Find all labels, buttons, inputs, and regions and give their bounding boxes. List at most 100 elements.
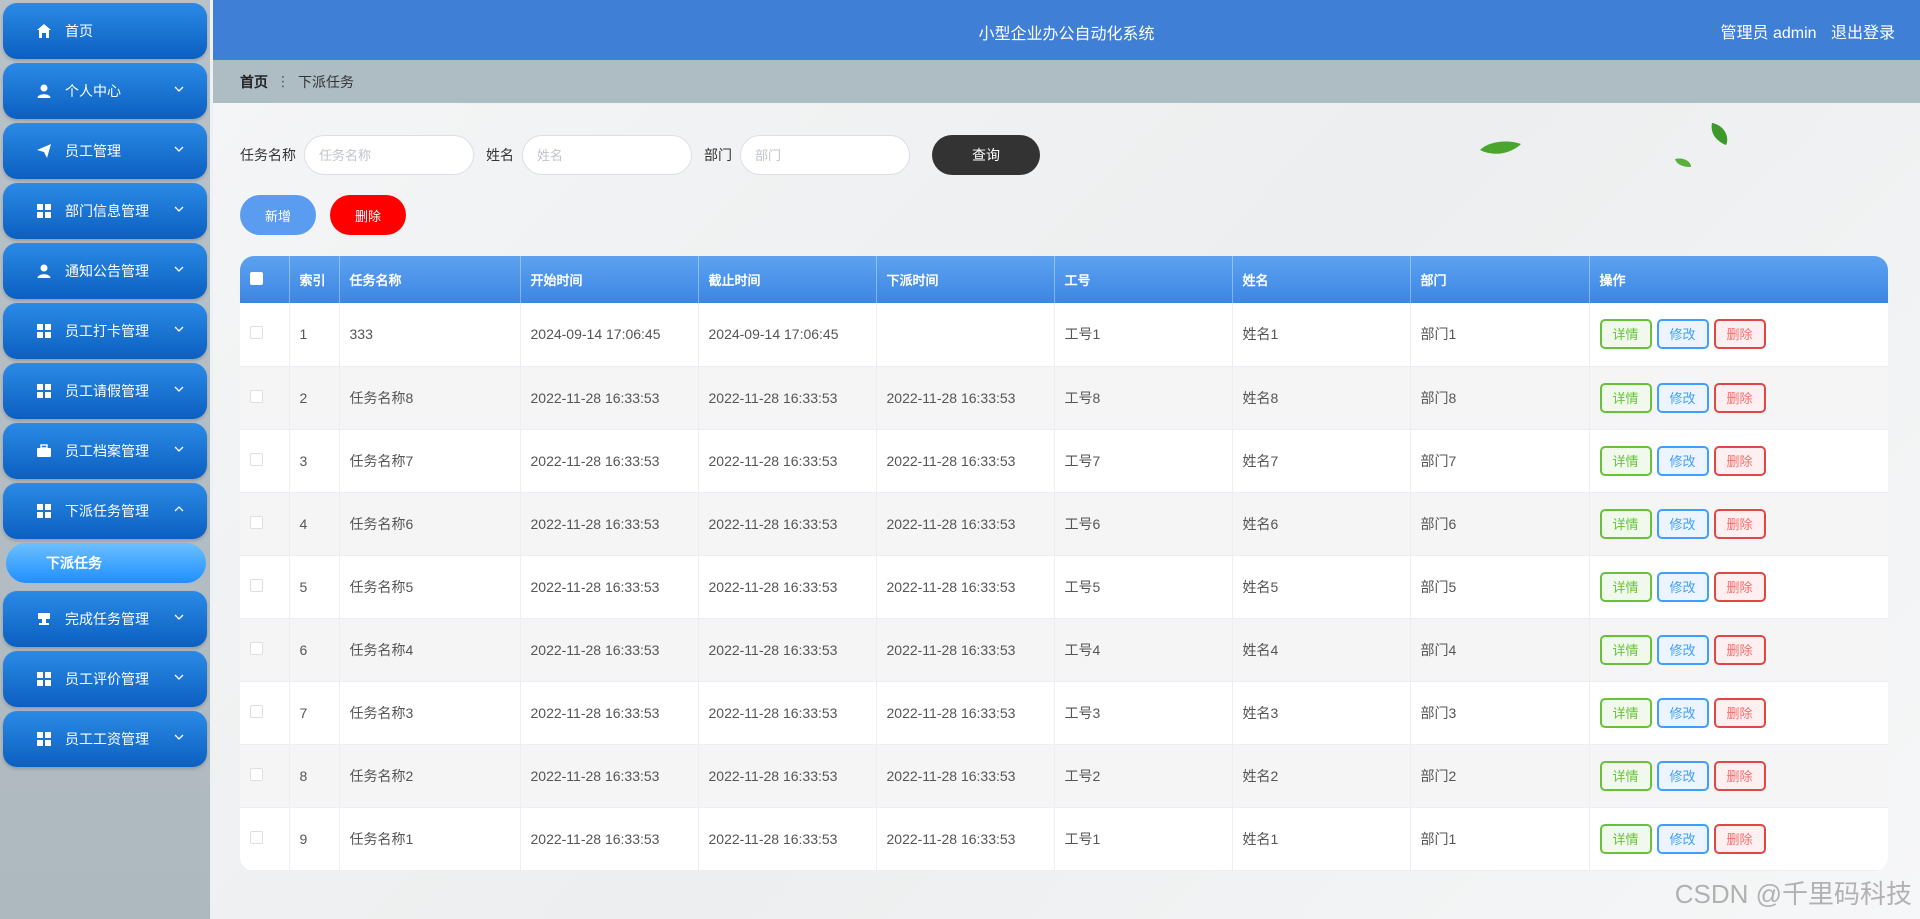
submenu-item-assign-task[interactable]: 下派任务	[6, 543, 206, 583]
table-cell: 1	[289, 303, 340, 366]
table-cell: 2022-11-28 16:33:53	[876, 681, 1055, 744]
table-header-row: 索引 任务名称 开始时间 截止时间 下派时间 工号 姓名 部门 操作	[240, 256, 1888, 303]
chevron-down-icon	[174, 86, 184, 92]
table-cell: 部门1	[1410, 807, 1590, 870]
edit-button[interactable]: 修改	[1656, 697, 1709, 728]
table-cell: 工号6	[1054, 492, 1233, 555]
edit-button[interactable]: 修改	[1656, 319, 1709, 350]
sidebar-item-label: 员工档案管理	[65, 443, 149, 459]
batch-delete-button[interactable]: 删除	[330, 195, 406, 235]
detail-button[interactable]: 详情	[1599, 634, 1652, 665]
table-cell: 2024-09-14 17:06:45	[520, 303, 699, 366]
delete-button[interactable]: 删除	[1713, 445, 1766, 476]
row-select-cell	[240, 366, 290, 429]
edit-button[interactable]: 修改	[1656, 823, 1709, 854]
row-select-cell	[240, 681, 290, 744]
row-select-cell	[240, 555, 290, 618]
row-actions-cell: 详情 修改 删除	[1589, 303, 1888, 366]
home-icon	[35, 22, 53, 40]
delete-button[interactable]: 删除	[1713, 571, 1766, 602]
detail-button[interactable]: 详情	[1599, 697, 1652, 728]
logout-link[interactable]: 退出登录	[1831, 25, 1895, 42]
table-cell: 工号5	[1054, 555, 1233, 618]
table-cell: 2022-11-28 16:33:53	[876, 807, 1055, 870]
table-cell: 2022-11-28 16:33:53	[698, 681, 877, 744]
row-checkbox[interactable]	[250, 641, 263, 655]
table-cell: 部门2	[1410, 744, 1590, 807]
delete-button[interactable]: 删除	[1713, 508, 1766, 539]
delete-button[interactable]: 删除	[1713, 760, 1766, 791]
edit-button[interactable]: 修改	[1656, 445, 1709, 476]
table-cell: 333	[339, 303, 521, 366]
name-input[interactable]	[522, 135, 692, 175]
task-name-input[interactable]	[304, 135, 474, 175]
breadcrumb-home[interactable]: 首页	[240, 72, 268, 92]
delete-button[interactable]: 删除	[1713, 823, 1766, 854]
sidebar-item-archive[interactable]: 员工档案管理	[3, 423, 207, 479]
row-checkbox[interactable]	[250, 578, 263, 592]
edit-button[interactable]: 修改	[1656, 571, 1709, 602]
row-checkbox[interactable]	[250, 767, 263, 781]
table-cell: 2	[289, 366, 340, 429]
detail-button[interactable]: 详情	[1599, 319, 1652, 350]
delete-button[interactable]: 删除	[1713, 697, 1766, 728]
row-checkbox[interactable]	[250, 830, 263, 844]
detail-button[interactable]: 详情	[1599, 445, 1652, 476]
select-all-cell	[240, 256, 290, 303]
query-button[interactable]: 查询	[932, 135, 1040, 175]
table-cell: 5	[289, 555, 340, 618]
table-cell: 部门4	[1410, 618, 1590, 681]
edit-button[interactable]: 修改	[1656, 382, 1709, 413]
row-select-cell	[240, 429, 290, 492]
table-cell: 姓名1	[1232, 807, 1411, 870]
detail-button[interactable]: 详情	[1599, 823, 1652, 854]
table-cell: 工号1	[1054, 303, 1233, 366]
column-header: 任务名称	[339, 256, 521, 303]
detail-button[interactable]: 详情	[1599, 571, 1652, 602]
sidebar-item-employee[interactable]: 员工管理	[3, 123, 207, 179]
detail-button[interactable]: 详情	[1599, 508, 1652, 539]
sidebar-item-home[interactable]: 首页	[3, 3, 207, 59]
row-select-cell	[240, 807, 290, 870]
delete-button[interactable]: 删除	[1713, 634, 1766, 665]
add-button[interactable]: 新增	[240, 195, 316, 235]
sidebar-item-evaluation[interactable]: 员工评价管理	[3, 651, 207, 707]
detail-button[interactable]: 详情	[1599, 760, 1652, 791]
table-cell: 2022-11-28 16:33:53	[698, 492, 877, 555]
sidebar-item-assign-task[interactable]: 下派任务管理	[3, 483, 207, 539]
table-cell: 任务名称4	[339, 618, 521, 681]
table-cell: 工号2	[1054, 744, 1233, 807]
department-input[interactable]	[740, 135, 910, 175]
sidebar-item-label: 部门信息管理	[65, 203, 149, 219]
sidebar-item-complete-task[interactable]: 完成任务管理	[3, 591, 207, 647]
row-checkbox[interactable]	[250, 452, 263, 466]
sidebar-item-department[interactable]: 部门信息管理	[3, 183, 207, 239]
chevron-down-icon	[174, 146, 184, 152]
row-checkbox[interactable]	[250, 515, 263, 529]
sidebar-item-label: 员工打卡管理	[65, 323, 149, 339]
table-row: 4 任务名称6 2022-11-28 16:33:53 2022-11-28 16:3…	[240, 492, 1888, 555]
delete-button[interactable]: 删除	[1713, 382, 1766, 413]
detail-button[interactable]: 详情	[1599, 382, 1652, 413]
sidebar-item-profile[interactable]: 个人中心	[3, 63, 207, 119]
sidebar-item-notice[interactable]: 通知公告管理	[3, 243, 207, 299]
breadcrumb: 首页 ⋮ 下派任务	[213, 60, 1920, 103]
user-area: 管理员 admin 退出登录	[1711, 19, 1896, 43]
edit-button[interactable]: 修改	[1656, 760, 1709, 791]
sidebar-item-checkin[interactable]: 员工打卡管理	[3, 303, 207, 359]
table-cell: 姓名8	[1232, 366, 1411, 429]
breadcrumb-current: 下派任务	[298, 73, 354, 90]
edit-button[interactable]: 修改	[1656, 508, 1709, 539]
row-checkbox[interactable]	[250, 389, 263, 403]
row-checkbox[interactable]	[250, 704, 263, 718]
edit-button[interactable]: 修改	[1656, 634, 1709, 665]
name-label: 姓名	[486, 147, 514, 163]
sidebar-item-salary[interactable]: 员工工资管理	[3, 711, 207, 767]
row-checkbox[interactable]	[250, 326, 263, 340]
select-all-checkbox[interactable]	[250, 271, 263, 285]
chevron-down-icon	[174, 674, 184, 680]
delete-button[interactable]: 删除	[1713, 319, 1766, 350]
table-cell: 2022-11-28 16:33:53	[876, 618, 1055, 681]
chevron-down-icon	[174, 266, 184, 272]
sidebar-item-leave[interactable]: 员工请假管理	[3, 363, 207, 419]
